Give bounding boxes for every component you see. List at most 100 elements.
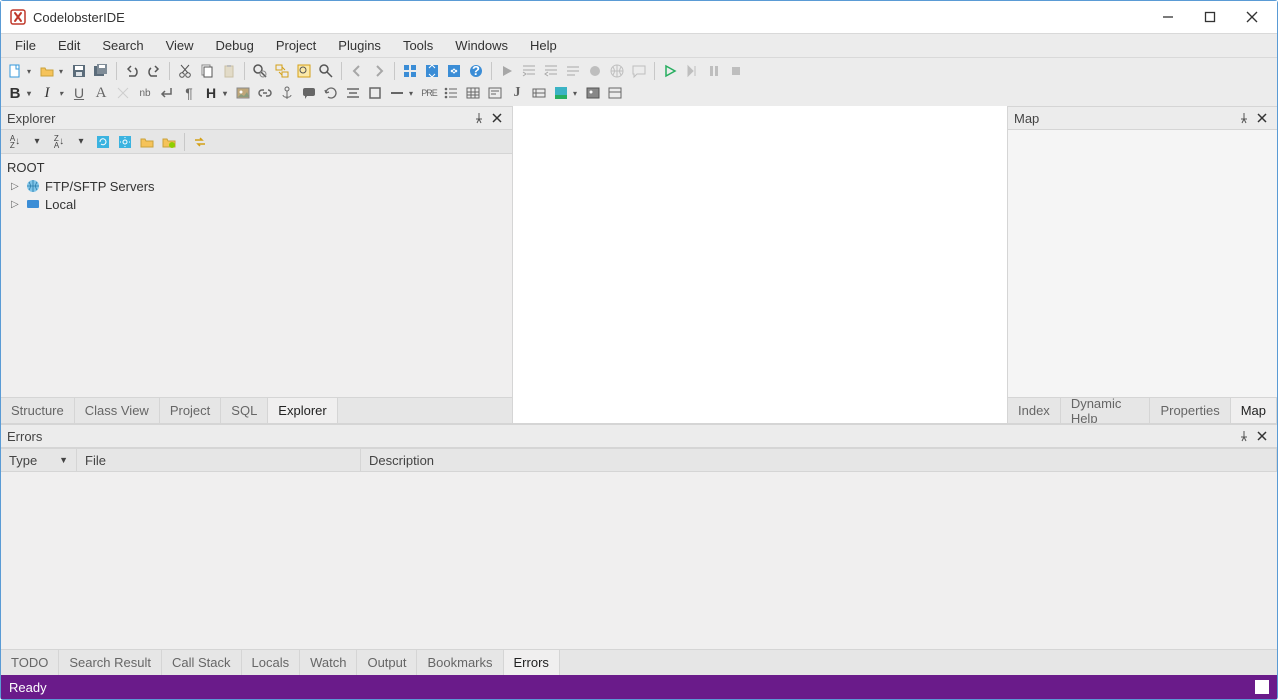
tab-errors[interactable]: Errors [504,650,560,675]
layout-icon[interactable] [605,83,625,103]
tab-output[interactable]: Output [357,650,417,675]
tab-map[interactable]: Map [1231,398,1277,423]
menu-project[interactable]: Project [266,36,326,55]
color-picker-icon[interactable] [551,83,571,103]
tab-bookmarks[interactable]: Bookmarks [417,650,503,675]
close-button[interactable] [1231,3,1273,31]
find-icon[interactable] [250,61,270,81]
debug-run-icon[interactable] [660,61,680,81]
close-panel-icon[interactable] [1253,427,1271,445]
preview-icon[interactable] [583,83,603,103]
paragraph-icon[interactable]: ¶ [179,83,199,103]
font-icon[interactable]: A [91,83,111,103]
settings-explorer-icon[interactable] [115,132,135,152]
column-file[interactable]: File [77,449,361,471]
anchor-icon[interactable] [277,83,297,103]
sort-za-icon[interactable]: ZA↓ [49,132,69,152]
refresh-explorer-icon[interactable] [93,132,113,152]
sort-az-icon[interactable]: AZ↓ [5,132,25,152]
outdent-icon[interactable] [541,61,561,81]
sort-dropdown-icon[interactable]: ▾ [71,132,91,152]
menu-edit[interactable]: Edit [48,36,90,55]
list-icon[interactable] [441,83,461,103]
tree-node-local[interactable]: ▷ Local [7,195,506,213]
hr-icon[interactable] [387,83,407,103]
run-icon[interactable] [497,61,517,81]
open-folder-icon[interactable] [37,61,57,81]
minimize-button[interactable] [1147,3,1189,31]
form-icon[interactable] [485,83,505,103]
grid-icon[interactable] [400,61,420,81]
highlight-icon[interactable] [316,61,336,81]
find-in-files-icon[interactable] [294,61,314,81]
tab-explorer[interactable]: Explorer [268,398,337,423]
toggle-breakpoint-icon[interactable] [585,61,605,81]
refresh-icon[interactable] [321,83,341,103]
copy-icon[interactable] [197,61,217,81]
debug-stop-icon[interactable] [726,61,746,81]
clear-format-icon[interactable] [113,83,133,103]
pre-icon[interactable]: PRE [419,83,439,103]
indent-icon[interactable] [519,61,539,81]
tab-properties[interactable]: Properties [1150,398,1230,423]
sort-za-dropdown-icon[interactable]: ▾ [27,132,47,152]
br-icon[interactable] [157,83,177,103]
replace-icon[interactable] [272,61,292,81]
chat-icon[interactable] [629,61,649,81]
menu-view[interactable]: View [156,36,204,55]
expand-icon[interactable] [422,61,442,81]
menu-help[interactable]: Help [520,36,567,55]
paste-icon[interactable] [219,61,239,81]
tab-locals[interactable]: Locals [242,650,301,675]
pin-icon[interactable] [1235,427,1253,445]
tab-dynamic-help[interactable]: Dynamic Help [1061,398,1151,423]
cut-icon[interactable] [175,61,195,81]
close-panel-icon[interactable] [1253,109,1271,127]
nbsp-icon[interactable]: nb [135,83,155,103]
save-icon[interactable] [69,61,89,81]
tab-project[interactable]: Project [160,398,221,423]
pin-icon[interactable] [1235,109,1253,127]
pin-icon[interactable] [470,109,488,127]
tab-watch[interactable]: Watch [300,650,357,675]
tab-sql[interactable]: SQL [221,398,268,423]
menu-tools[interactable]: Tools [393,36,443,55]
comment-bubble-icon[interactable] [299,83,319,103]
save-all-icon[interactable] [91,61,111,81]
box-icon[interactable] [365,83,385,103]
comment-icon[interactable] [563,61,583,81]
column-type[interactable]: Type▼ [1,449,77,471]
menu-search[interactable]: Search [92,36,153,55]
heading-icon[interactable]: H [201,83,221,103]
help-icon[interactable]: ? [466,61,486,81]
folder-explorer-icon[interactable] [137,132,157,152]
debug-step-icon[interactable] [682,61,702,81]
tab-search-result[interactable]: Search Result [59,650,162,675]
tree-node-ftp[interactable]: ▷ FTP/SFTP Servers [7,177,506,195]
debug-pause-icon[interactable] [704,61,724,81]
style-icon[interactable] [529,83,549,103]
tab-todo[interactable]: TODO [1,650,59,675]
tab-structure[interactable]: Structure [1,398,75,423]
align-center-icon[interactable] [343,83,363,103]
maximize-button[interactable] [1189,3,1231,31]
menu-file[interactable]: File [5,36,46,55]
italic-icon[interactable]: I [37,83,57,103]
nav-forward-icon[interactable] [369,61,389,81]
underline-icon[interactable]: U [69,83,89,103]
close-panel-icon[interactable] [488,109,506,127]
redo-icon[interactable] [144,61,164,81]
expand-arrow-icon[interactable]: ▷ [11,199,21,210]
tab-class-view[interactable]: Class View [75,398,160,423]
menu-plugins[interactable]: Plugins [328,36,391,55]
nav-back-icon[interactable] [347,61,367,81]
folder-explorer-icon-2[interactable] [159,132,179,152]
sync-icon[interactable] [190,132,210,152]
link-icon[interactable] [255,83,275,103]
undo-icon[interactable] [122,61,142,81]
script-icon[interactable]: J [507,83,527,103]
new-file-icon[interactable] [5,61,25,81]
tab-index[interactable]: Index [1008,398,1061,423]
bold-icon[interactable]: B [5,83,25,103]
expand-arrow-icon[interactable]: ▷ [11,181,21,192]
